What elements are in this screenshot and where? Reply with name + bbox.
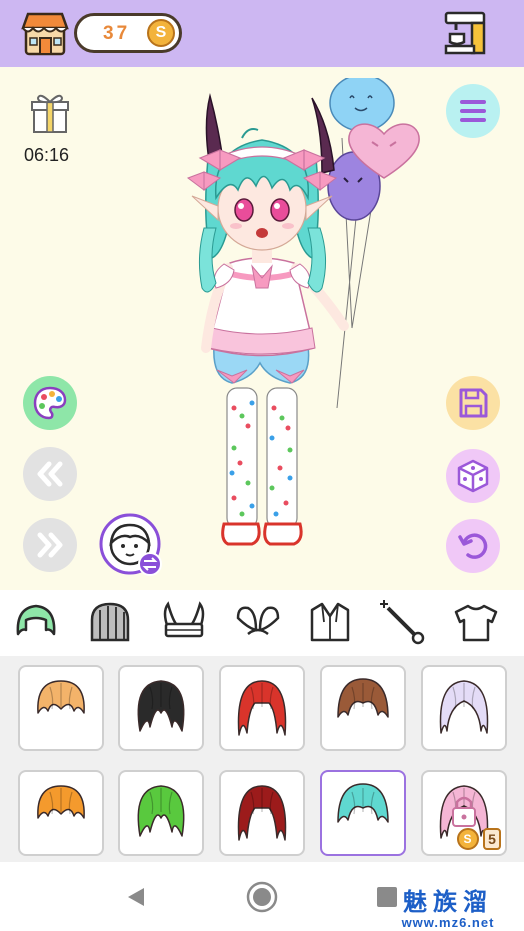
price-tag: S 5 (456, 828, 501, 852)
category-hood-tab[interactable] (86, 598, 134, 646)
hairstyle-icon (137, 680, 185, 732)
next-button[interactable] (23, 518, 77, 572)
shirt-icon (454, 604, 498, 642)
fast-forward-icon (37, 532, 63, 558)
home-circle-icon (246, 881, 278, 913)
category-horns-tab[interactable] (160, 598, 208, 646)
category-ears-tab[interactable] (234, 598, 282, 646)
top-bar: 37 S (0, 0, 524, 67)
hair-item-tile[interactable] (118, 770, 204, 856)
back-triangle-icon (128, 888, 144, 906)
gift-icon (31, 94, 69, 133)
price-value: 5 (483, 828, 501, 850)
hairstyle-icon (37, 785, 85, 819)
undo-icon (458, 533, 488, 559)
save-icon (459, 388, 488, 418)
coin-icon: S (147, 19, 175, 47)
category-jacket-tab[interactable] (306, 598, 354, 646)
hair-item-tile[interactable] (320, 770, 406, 856)
undo-button[interactable] (446, 519, 500, 573)
hair-icon (16, 604, 56, 636)
coin-count: 37 (103, 23, 131, 44)
face-swap-icon (99, 513, 162, 576)
menu-button[interactable] (446, 84, 500, 138)
watermark-title: 魅族溜 (403, 889, 493, 916)
face-swap-button[interactable] (99, 513, 163, 577)
hair-item-tile[interactable] (421, 665, 507, 751)
hairstyle-icon (337, 678, 389, 718)
palette-icon (33, 386, 67, 420)
hair-item-tile[interactable] (320, 665, 406, 751)
shop-icon (21, 12, 69, 56)
jacket-icon (310, 602, 350, 642)
hair-item-tile[interactable] (18, 770, 104, 856)
horns-icon (163, 601, 205, 638)
dice-icon (457, 459, 489, 493)
hair-item-tile[interactable] (219, 770, 305, 856)
category-wand-tab[interactable] (378, 598, 426, 646)
category-shirt-tab[interactable] (452, 598, 500, 646)
menu-icon (460, 100, 486, 122)
hairstyle-icon (37, 680, 85, 714)
timer-text: 06:16 (24, 145, 70, 165)
hairstyle-icon (237, 785, 287, 841)
gift-button[interactable] (30, 92, 70, 134)
watermark: 魅族溜 www.mz6.net (388, 890, 508, 930)
hair-item-tile[interactable] (219, 665, 305, 751)
hair-item-tile[interactable] (18, 665, 104, 751)
watermark-url: www.mz6.net (401, 915, 495, 930)
bunny-ears-icon (236, 606, 280, 636)
item-grid: S 5 (0, 656, 524, 862)
coffee-machine-icon (444, 11, 486, 55)
nav-home-button[interactable] (245, 880, 279, 914)
hairstyle-icon (137, 785, 185, 837)
blue-balloon (329, 78, 395, 132)
random-button[interactable] (446, 449, 500, 503)
shop-button[interactable] (20, 8, 70, 58)
character-avatar (186, 78, 420, 546)
hair-item-tile[interactable]: S 5 (421, 770, 507, 856)
hairstyle-icon (439, 680, 489, 734)
hairstyle-icon (237, 680, 287, 736)
coin-balance: 37 S (74, 13, 182, 53)
hairstyle-icon (337, 783, 389, 823)
hair-item-tile[interactable] (118, 665, 204, 751)
previous-button[interactable] (23, 447, 77, 501)
hood-icon (90, 602, 130, 642)
palette-button[interactable] (23, 376, 77, 430)
save-button[interactable] (446, 376, 500, 430)
rewind-icon (37, 461, 63, 487)
category-hair-tab[interactable] (12, 598, 60, 646)
coffee-machine-button[interactable] (440, 8, 490, 58)
coin-icon: S (456, 828, 479, 850)
wand-icon (380, 600, 425, 645)
nav-back-button[interactable] (120, 880, 154, 914)
category-bar (0, 590, 524, 656)
